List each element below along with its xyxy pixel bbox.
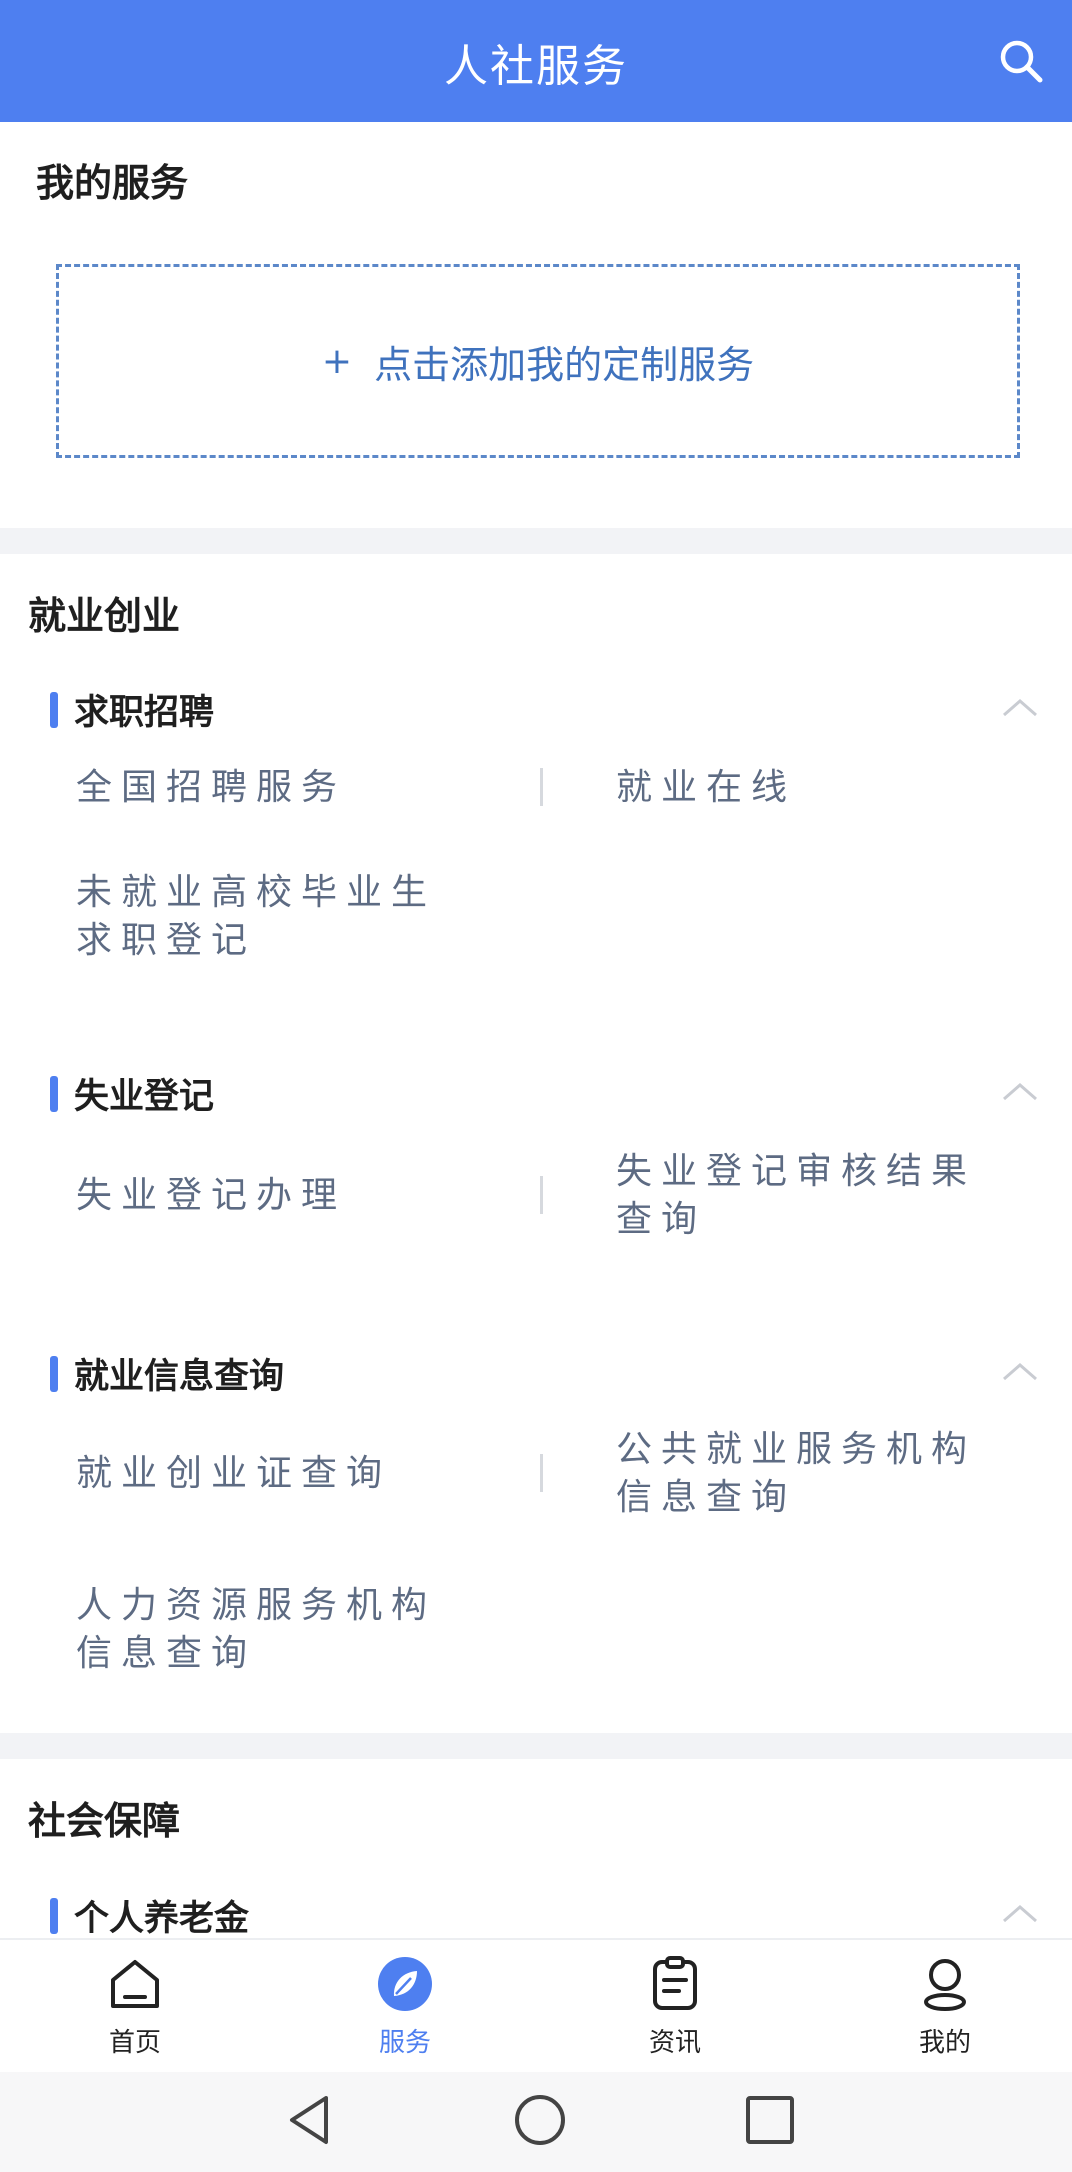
service-item-employment-cert-query[interactable]: 就业创业证查询 <box>76 1450 391 1498</box>
employment-section-title: 就业创业 <box>28 594 181 638</box>
item-separator <box>540 1454 543 1492</box>
chevron-up-icon[interactable] <box>1000 1894 1040 1934</box>
service-item-graduate-registration[interactable]: 未就业高校毕业生 求职登记 <box>76 869 436 965</box>
user-icon <box>924 1959 966 2011</box>
bottom-tab-bar: 首页 服务 资讯 我的 <box>0 1938 1072 2072</box>
add-custom-service-button[interactable]: + 点击添加我的定制服务 <box>56 264 1020 458</box>
item-separator <box>540 1176 543 1214</box>
item-separator <box>540 768 543 806</box>
chevron-up-icon[interactable] <box>1000 688 1040 728</box>
section-divider <box>0 528 1072 554</box>
group-title-personal-pension: 个人养老金 <box>74 1899 250 1939</box>
group-accent-bar <box>50 1076 58 1112</box>
group-title-employment-info: 就业信息查询 <box>74 1357 285 1397</box>
social-security-section-title: 社会保障 <box>28 1799 181 1843</box>
service-item-unemployment-result-query[interactable]: 失业登记审核结果 查询 <box>616 1148 976 1244</box>
service-item-public-agency-query[interactable]: 公共就业服务机构 信息查询 <box>616 1426 976 1522</box>
service-item-employment-online[interactable]: 就业在线 <box>616 764 796 812</box>
service-item-national-recruit[interactable]: 全国招聘服务 <box>76 764 346 812</box>
tab-news[interactable]: 资讯 <box>575 1956 775 2066</box>
tab-service-label: 服务 <box>378 2028 431 2058</box>
tab-mine[interactable]: 我的 <box>845 1956 1045 2066</box>
group-accent-bar <box>50 1356 58 1392</box>
my-services-title: 我的服务 <box>36 161 189 205</box>
tab-service[interactable]: 服务 <box>305 1956 505 2066</box>
service-leaf-icon <box>378 1957 432 2011</box>
recents-square-icon[interactable] <box>740 2090 800 2150</box>
group-accent-bar <box>50 1898 58 1934</box>
plus-icon: + <box>321 340 353 382</box>
group-header-unemployment[interactable]: 失业登记 <box>50 1068 1040 1118</box>
tab-home[interactable]: 首页 <box>35 1956 235 2066</box>
back-triangle-icon[interactable] <box>280 2090 340 2150</box>
tab-mine-label: 我的 <box>918 2028 971 2058</box>
add-custom-service-label: 点击添加我的定制服务 <box>374 342 755 387</box>
tab-news-label: 资讯 <box>648 2028 701 2058</box>
section-divider <box>0 1733 1072 1759</box>
service-item-unemployment-registration[interactable]: 失业登记办理 <box>76 1172 346 1220</box>
system-navigation-bar <box>0 2072 1072 2172</box>
group-title-unemployment: 失业登记 <box>74 1077 215 1117</box>
group-accent-bar <box>50 692 58 728</box>
home-icon <box>111 1960 159 2008</box>
service-item-hr-agency-query[interactable]: 人力资源服务机构 信息查询 <box>76 1582 436 1678</box>
page-title: 人社服务 <box>444 41 628 92</box>
chevron-up-icon[interactable] <box>1000 1072 1040 1112</box>
app-header: 人社服务 <box>0 0 1072 122</box>
group-header-employment-info[interactable]: 就业信息查询 <box>50 1348 1040 1398</box>
chevron-up-icon[interactable] <box>1000 1352 1040 1392</box>
home-circle-icon[interactable] <box>510 2090 570 2150</box>
news-icon <box>653 1956 697 2010</box>
group-header-job-recruit[interactable]: 求职招聘 <box>50 684 1040 734</box>
group-header-personal-pension[interactable]: 个人养老金 <box>50 1890 1040 1940</box>
search-icon[interactable] <box>996 36 1046 86</box>
tab-home-label: 首页 <box>108 2028 161 2058</box>
group-title-job-recruit: 求职招聘 <box>74 693 215 733</box>
